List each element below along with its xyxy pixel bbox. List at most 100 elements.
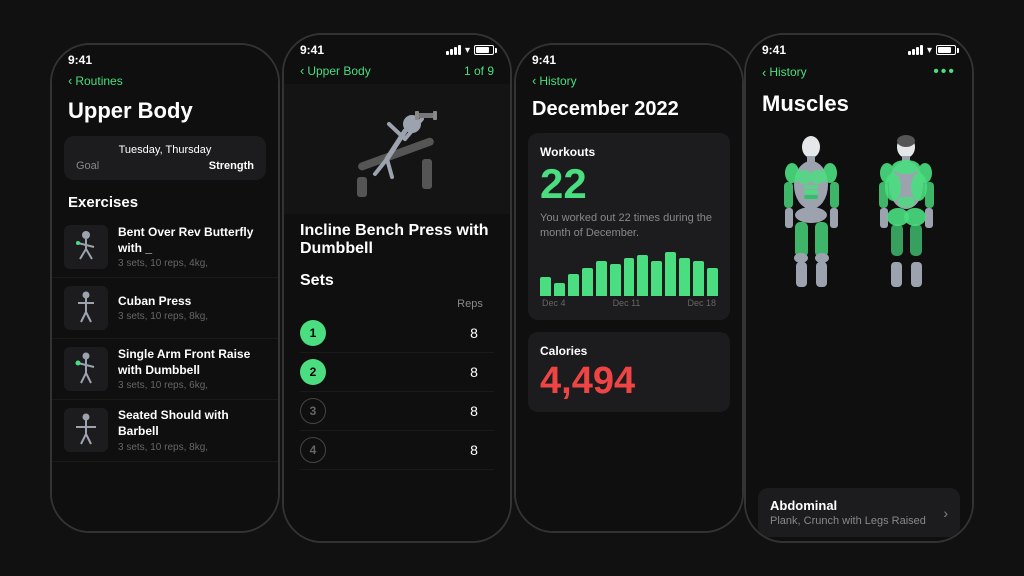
nav-back-label-1: Routines [75, 74, 122, 88]
sets-title-2: Sets [300, 272, 494, 290]
set-row-1[interactable]: 1 8 [300, 314, 494, 353]
exercise-item-1[interactable]: Bent Over Rev Butterfly with _ 3 sets, 1… [52, 217, 278, 278]
nav-back-3[interactable]: ‹ History [532, 73, 726, 88]
chart-bar [707, 268, 718, 296]
set-row-2[interactable]: 2 8 [300, 353, 494, 392]
nav-back-label-4: History [769, 65, 806, 79]
chart-bar [568, 274, 579, 296]
chart-bar [651, 261, 662, 296]
workouts-number-3: 22 [540, 163, 718, 205]
chart-bar [610, 264, 621, 295]
days-1: Tuesday, Thursday [76, 144, 254, 156]
set-reps-4: 8 [454, 442, 494, 458]
battery-4 [936, 45, 956, 55]
goal-value-1: Strength [209, 160, 254, 172]
goal-row-1: Goal Strength [76, 156, 254, 172]
set-reps-3: 8 [454, 403, 494, 419]
nav-row-4: ‹ History ••• [762, 63, 956, 81]
status-time-2: 9:41 [300, 43, 324, 57]
exercise-info-4: Seated Should with Barbell 3 sets, 10 re… [118, 408, 266, 452]
set-num-1[interactable]: 1 [300, 320, 326, 346]
body-front-svg [774, 135, 849, 295]
muscle-name-4: Abdominal [770, 498, 926, 513]
exercise-details-1: 3 sets, 10 reps, 4kg, [118, 258, 266, 269]
screen1: 9:41 ‹ Routines Upper Body Tuesday, Thur… [52, 45, 278, 531]
wifi-icon-4: ▾ [927, 45, 932, 56]
chart-bar [554, 283, 565, 296]
exercise-list-1: Bent Over Rev Butterfly with _ 3 sets, 1… [52, 217, 278, 531]
phone-2: 9:41 ▾ ‹ Upper Body [282, 33, 512, 543]
status-time-1: 9:41 [68, 53, 92, 67]
nav-back-4[interactable]: ‹ History [762, 65, 807, 80]
set-row-4[interactable]: 4 8 [300, 431, 494, 470]
muscle-exercises-4: Plank, Crunch with Legs Raised [770, 515, 926, 527]
nav-bar-2: ‹ Upper Body 1 of 9 [284, 61, 510, 84]
status-bar-4: 9:41 ▾ [746, 35, 972, 61]
status-bar-2: 9:41 ▾ [284, 35, 510, 61]
workouts-card-3: Workouts 22 You worked out 22 times duri… [528, 133, 730, 320]
battery-2 [474, 45, 494, 55]
exercise-details-4: 3 sets, 10 reps, 8kg, [118, 442, 266, 453]
screen4: 9:41 ▾ ‹ History [746, 35, 972, 541]
nav-bar-1: ‹ Routines [52, 71, 278, 94]
phones-container: 9:41 ‹ Routines Upper Body Tuesday, Thur… [0, 0, 1024, 576]
signal-bars-4 [908, 45, 923, 55]
exercise-img-1 [64, 225, 108, 269]
bar-chart-3 [540, 252, 718, 312]
exercise-info-3: Single Arm Front Raise with Dumbbell 3 s… [118, 347, 266, 391]
set-row-3[interactable]: 3 8 [300, 392, 494, 431]
page-title-1: Upper Body [52, 94, 278, 132]
set-num-2[interactable]: 2 [300, 359, 326, 385]
sets-header-2: Reps [300, 298, 494, 310]
chart-bar [540, 277, 551, 296]
exercise-info-1: Bent Over Rev Butterfly with _ 3 sets, 1… [118, 225, 266, 269]
dots-menu-4[interactable]: ••• [933, 63, 956, 81]
status-bar-1: 9:41 [52, 45, 278, 71]
exercise-item-3[interactable]: Single Arm Front Raise with Dumbbell 3 s… [52, 339, 278, 400]
page-title-2: Incline Bench Press with Dumbbell [284, 214, 510, 262]
back-chevron-3: ‹ [532, 73, 536, 88]
body-back-svg [869, 135, 944, 295]
muscle-row-4: Abdominal Plank, Crunch with Legs Raised… [770, 498, 948, 527]
back-chevron-4: ‹ [762, 65, 766, 80]
exercise-details-2: 3 sets, 10 reps, 8kg, [118, 311, 266, 322]
set-num-3[interactable]: 3 [300, 398, 326, 424]
exercise-info-2: Cuban Press 3 sets, 10 reps, 8kg, [118, 294, 266, 323]
exercise-name-2: Cuban Press [118, 294, 266, 310]
nav-back-label-2: Upper Body [307, 64, 370, 78]
workouts-label-3: Workouts [540, 145, 718, 159]
nav-bar-4: ‹ History ••• [746, 61, 972, 87]
info-card-1: Tuesday, Thursday Goal Strength [64, 136, 266, 180]
set-reps-2: 8 [454, 364, 494, 380]
set-reps-1: 8 [454, 325, 494, 341]
muscle-info-card-4[interactable]: Abdominal Plank, Crunch with Legs Raised… [758, 488, 960, 537]
exercise-name-4: Seated Should with Barbell [118, 408, 266, 439]
exercise-item-4[interactable]: Seated Should with Barbell 3 sets, 10 re… [52, 400, 278, 461]
screen2: 9:41 ▾ ‹ Upper Body [284, 35, 510, 541]
chart-bar [624, 258, 635, 296]
set-num-4[interactable]: 4 [300, 437, 326, 463]
nav-bar-3: ‹ History [516, 71, 742, 94]
exercise-img-2 [64, 286, 108, 330]
chart-bar [665, 252, 676, 296]
exercise-name-1: Bent Over Rev Butterfly with _ [118, 225, 266, 256]
nav-back-2[interactable]: ‹ Upper Body [300, 63, 371, 78]
status-icons-4: ▾ [908, 45, 956, 56]
sets-header-label-2: Reps [450, 298, 490, 310]
muscle-chevron-4: › [943, 505, 948, 521]
nav-back-1[interactable]: ‹ Routines [68, 73, 262, 88]
muscles-visual-4 [746, 125, 972, 488]
status-icons-2: ▾ [446, 45, 494, 56]
wifi-icon-2: ▾ [465, 45, 470, 56]
page-title-4: Muscles [746, 87, 972, 125]
exercise-item-2[interactable]: Cuban Press 3 sets, 10 reps, 8kg, [52, 278, 278, 339]
workouts-desc-3: You worked out 22 times during the month… [540, 211, 718, 242]
exercise-img-3 [64, 347, 108, 391]
incline-bench-illustration [337, 89, 457, 209]
exercise-details-3: 3 sets, 10 reps, 6kg, [118, 380, 266, 391]
status-time-4: 9:41 [762, 43, 786, 57]
exercise-hero-2 [284, 84, 510, 214]
screen3: 9:41 ‹ History December 2022 Workouts 22… [516, 45, 742, 531]
status-time-3: 9:41 [532, 53, 556, 67]
sets-section-2: Sets Reps 1 8 2 8 3 8 4 8 [284, 262, 510, 480]
